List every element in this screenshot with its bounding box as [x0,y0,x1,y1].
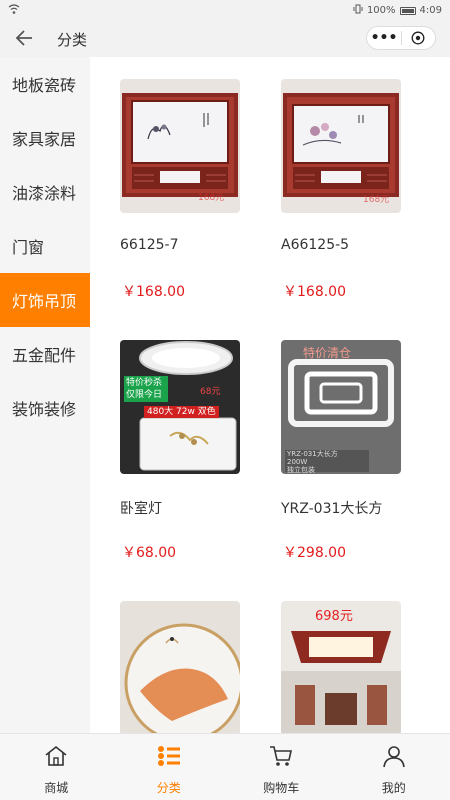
spec-model: YRZ-031大长方 [287,450,338,458]
promo-line-1: 特价秒杀 [126,378,163,388]
category-item-furniture[interactable]: 家具家居 [0,111,90,165]
spec-packing: 独立包装 [287,466,315,474]
page-title: 分类 [57,31,88,49]
product-name: 卧室灯 [120,501,162,517]
back-arrow-icon[interactable] [14,26,36,50]
category-label: 地板瓷砖 [12,76,77,95]
wifi-icon [8,3,20,18]
cart-icon [268,744,294,772]
product-price: ￥168.00 [283,284,346,300]
product-name: A66125-5 [281,237,350,253]
clock-time: 4:09 [419,5,442,16]
promo-line-2: 仅限今日 [126,390,163,400]
spec-sheet: YRZ-031大长方 200W 独立包装 [287,450,338,474]
more-options-button[interactable]: ••• [367,27,401,49]
category-item-hardware[interactable]: 五金配件 [0,327,90,381]
product-card[interactable]: 698元 [281,601,431,733]
tab-label: 我的 [381,781,406,795]
product-price: ￥298.00 [283,545,346,561]
product-image: 168元 [120,79,240,213]
product-name: YRZ-031大长方 [281,501,383,517]
product-price: ￥168.00 [122,284,185,300]
image-price-label: 68元 [200,387,221,397]
category-item-doors-windows[interactable]: 门窗 [0,219,90,273]
product-grid: 168元 66125-7 ￥168.00 168元 A66125-5 ￥168.… [90,57,450,733]
image-price-label: 168元 [363,195,390,205]
category-item-lighting-ceiling[interactable]: 灯饰吊顶 [0,273,90,327]
user-icon [381,744,407,772]
close-circle-icon[interactable] [402,31,435,45]
product-card[interactable]: 168元 66125-7 ￥168.00 [120,79,270,300]
category-label: 油漆涂料 [12,184,77,203]
product-image: 698元 [281,601,401,733]
product-card[interactable] [120,601,270,733]
spec-banner: 480大 72w 双色 [144,406,219,418]
tab-label: 购物车 [263,781,300,795]
promo-badge: 特价秒杀 仅限今日 [124,376,168,402]
product-card[interactable]: 特价秒杀 仅限今日 68元 480大 72w 双色 卧室灯 ￥68.00 [120,340,270,561]
product-image: 特价秒杀 仅限今日 68元 480大 72w 双色 [120,340,240,474]
image-price-label: 168元 [198,193,225,203]
category-label: 家具家居 [12,130,77,149]
spec-power: 200W [287,458,308,466]
tab-profile[interactable]: 我的 [338,734,450,800]
tab-category[interactable]: 分类 [113,734,226,800]
battery-percent: 100% [366,5,396,16]
image-price-label: 698元 [315,609,353,624]
category-item-paint[interactable]: 油漆涂料 [0,165,90,219]
product-name: 66125-7 [120,237,179,253]
home-icon [43,744,69,772]
product-image [120,601,240,733]
navigation-bar: 分类 ••• [0,20,450,57]
category-sidebar: 地板瓷砖 家具家居 油漆涂料 门窗 灯饰吊顶 五金配件 装饰装修 [0,57,90,733]
tab-label: 分类 [156,781,181,795]
product-card[interactable]: 特价清仓 YRZ-031大长方 200W 独立包装 YRZ-031大长方 ￥29… [281,340,431,561]
product-card[interactable]: 168元 A66125-5 ￥168.00 [281,79,431,300]
mini-program-capsule: ••• [366,26,436,50]
category-label: 五金配件 [12,346,77,365]
tab-label: 商城 [44,781,69,795]
category-item-floor-tiles[interactable]: 地板瓷砖 [0,57,90,111]
tab-cart[interactable]: 购物车 [225,734,338,800]
vibrate-icon [353,4,363,17]
category-label: 装饰装修 [12,400,77,419]
product-price: ￥68.00 [122,545,177,561]
product-image: 168元 [281,79,401,213]
tab-mall[interactable]: 商城 [0,734,113,800]
category-label: 灯饰吊顶 [12,292,77,311]
status-bar: 100% 4:09 [0,0,450,20]
category-item-decoration[interactable]: 装饰装修 [0,381,90,435]
product-image: 特价清仓 YRZ-031大长方 200W 独立包装 [281,340,401,474]
category-list-icon [156,744,182,772]
category-label: 门窗 [12,238,45,257]
battery-icon [399,6,416,15]
bottom-tab-bar: 商城 分类 购物车 我的 [0,733,450,800]
clearance-label: 特价清仓 [303,346,352,360]
